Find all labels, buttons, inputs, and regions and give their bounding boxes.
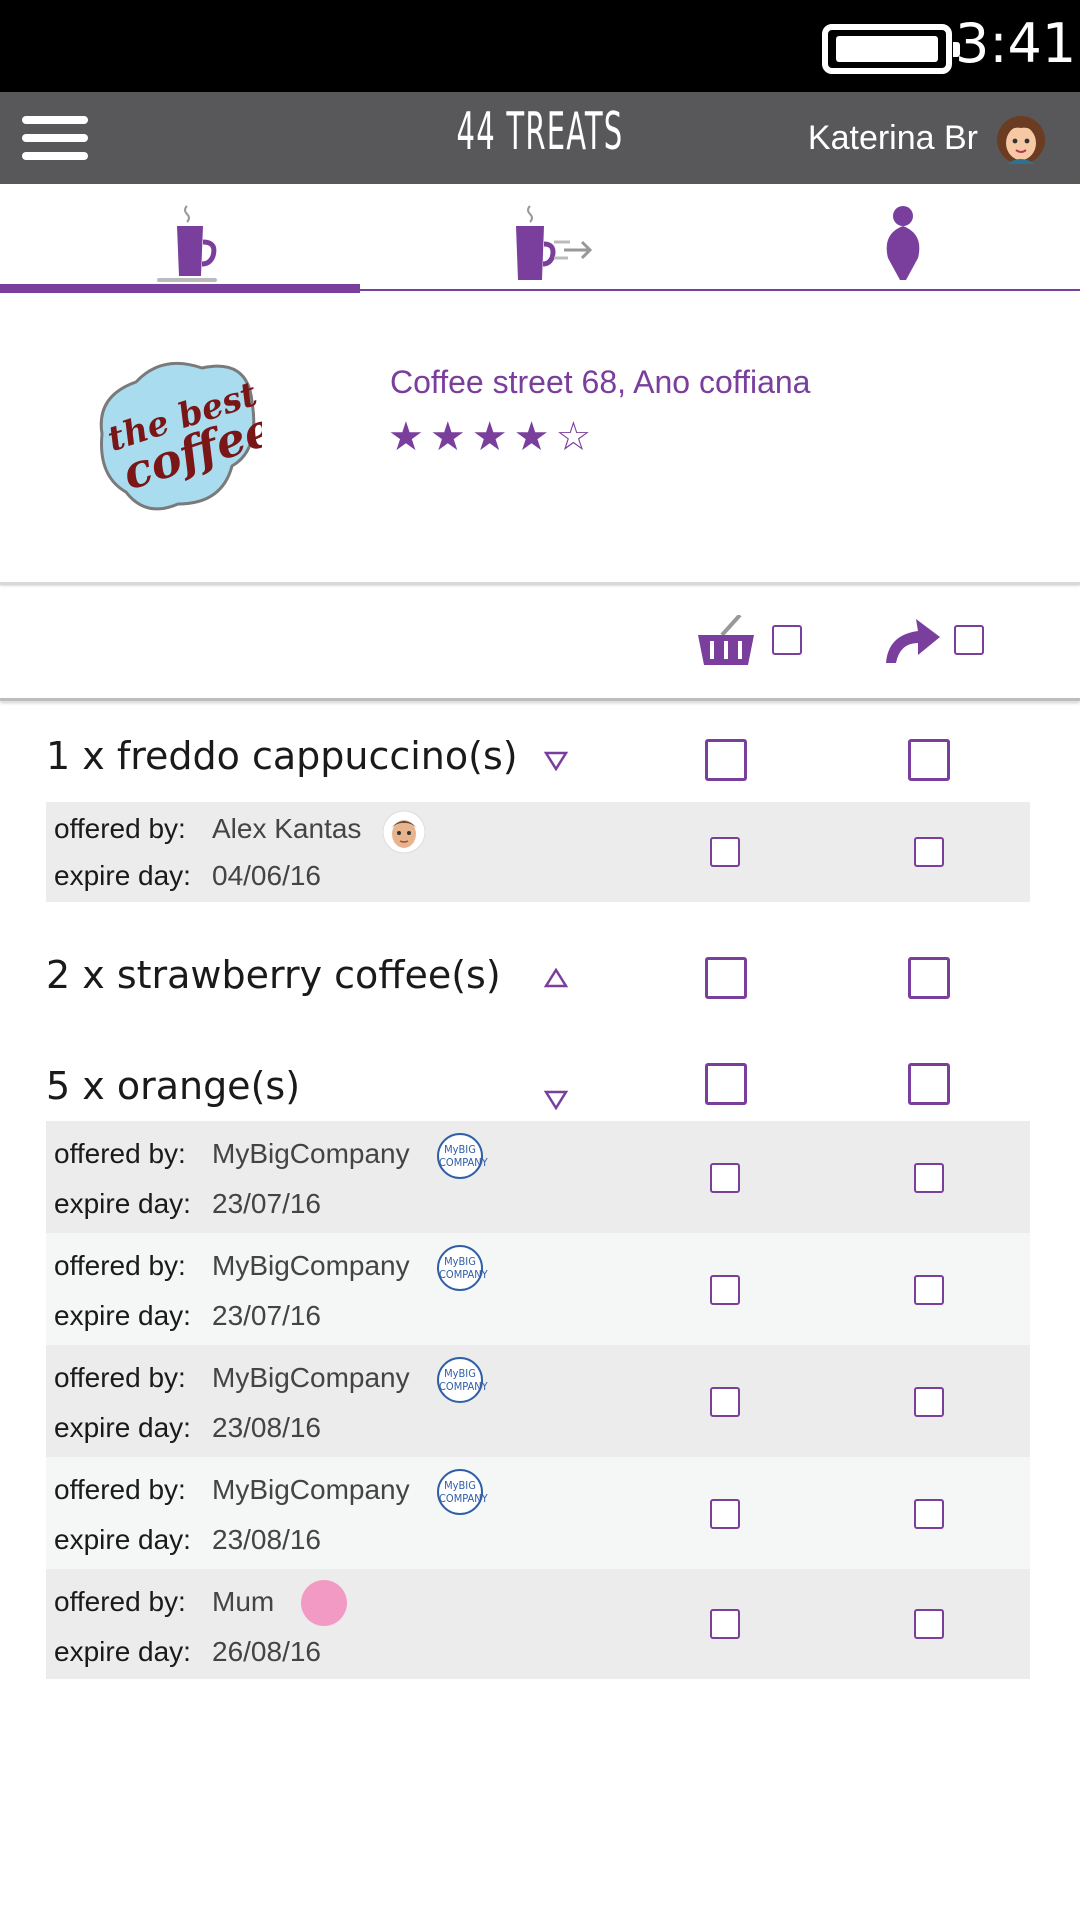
expire-day-label: expire day: [54, 1300, 191, 1331]
offerer-avatar [382, 810, 426, 854]
item-title: 1 x freddo cappuccino(s) [46, 734, 518, 778]
expire-day-label: expire day: [54, 1524, 191, 1555]
offer-redeem-checkbox[interactable] [710, 1163, 740, 1193]
item-forward-checkbox[interactable] [908, 957, 950, 999]
coffee-cup-icon [157, 205, 217, 282]
offered-by-value: MyBigCompany [212, 1362, 410, 1393]
star-rating: ★★★★☆ [388, 415, 598, 459]
expire-day-label: expire day: [54, 1188, 191, 1219]
expire-day-value: 26/08/16 [212, 1636, 321, 1667]
user-avatar[interactable] [993, 114, 1049, 166]
item-title: 2 x strawberry coffee(s) [46, 953, 501, 997]
offer-row: offered by: MyBigCompany MyBIG COMPANY ex… [46, 1457, 1030, 1569]
hamburger-menu-icon[interactable] [22, 116, 88, 160]
expire-day-label: expire day: [54, 1412, 191, 1443]
expand-toggle-up-icon[interactable] [544, 968, 568, 988]
offered-by-value: MyBigCompany [212, 1474, 410, 1505]
offer-redeem-checkbox[interactable] [710, 837, 740, 867]
offered-by-label: offered by: [54, 1586, 186, 1617]
active-tab-indicator [0, 284, 360, 293]
offered-by-label: offered by: [54, 1362, 186, 1393]
offer-row: offered by: Alex Kantas expire day: 04/0… [46, 802, 1030, 902]
divider [0, 698, 1080, 701]
offer-row: offered by: Mum expire day: 26/08/16 [46, 1569, 1030, 1679]
coffee-send-icon [516, 205, 593, 280]
tab-profile[interactable] [720, 184, 1080, 294]
expire-day-value: 23/07/16 [212, 1300, 321, 1331]
item-title: 5 x orange(s) [46, 1064, 301, 1108]
pink-dot-icon [301, 1580, 347, 1626]
offer-forward-checkbox[interactable] [914, 1163, 944, 1193]
expire-day-value: 23/08/16 [212, 1524, 321, 1555]
app-bar: 44 TREATS Katerina Br [0, 92, 1080, 184]
app-title: 44 TREATS [456, 102, 624, 162]
tab-bar [0, 184, 1080, 294]
status-time: 3:41 [955, 12, 1077, 75]
item-forward-checkbox[interactable] [908, 739, 950, 781]
company-logo-icon: MyBIG COMPANY [437, 1469, 488, 1515]
item-forward-checkbox[interactable] [908, 1063, 950, 1105]
forward-arrow-icon [886, 619, 940, 663]
offer-row: offered by: MyBigCompany MyBIG COMPANY ex… [46, 1121, 1030, 1233]
company-logo-icon: MyBIG COMPANY [437, 1133, 488, 1179]
person-icon [886, 206, 920, 280]
offer-redeem-checkbox[interactable] [710, 1275, 740, 1305]
offered-by-value: Alex Kantas [212, 813, 362, 844]
shop-address[interactable]: Coffee street 68, Ano coffiana [390, 364, 810, 401]
offered-by-value: MyBigCompany [212, 1138, 410, 1169]
offer-forward-checkbox[interactable] [914, 837, 944, 867]
tab-send-treat[interactable] [360, 184, 720, 294]
offered-by-label: offered by: [54, 1250, 186, 1281]
expire-day-label: expire day: [54, 860, 191, 891]
offer-redeem-checkbox[interactable] [710, 1387, 740, 1417]
offered-by-label: offered by: [54, 1138, 186, 1169]
expire-day-label: expire day: [54, 1636, 191, 1667]
offer-forward-checkbox[interactable] [914, 1387, 944, 1417]
company-logo-icon: MyBIG COMPANY [437, 1357, 488, 1403]
expire-day-value: 04/06/16 [212, 860, 321, 891]
offered-by-value: Mum [212, 1586, 275, 1617]
offer-forward-checkbox[interactable] [914, 1499, 944, 1529]
expand-toggle-down-icon[interactable] [544, 1090, 568, 1110]
battery-icon [822, 24, 960, 74]
offered-by-label: offered by: [54, 1474, 186, 1505]
expire-day-value: 23/07/16 [212, 1188, 321, 1219]
expand-toggle-down-icon[interactable] [544, 751, 568, 771]
offer-redeem-checkbox[interactable] [710, 1609, 740, 1639]
basket-icon [698, 615, 754, 665]
offered-by-value: MyBigCompany [212, 1250, 410, 1281]
offer-forward-checkbox[interactable] [914, 1275, 944, 1305]
item-redeem-checkbox[interactable] [705, 1063, 747, 1105]
shop-header: the best coffee Coffee street 68, Ano co… [0, 294, 1080, 582]
offer-forward-checkbox[interactable] [914, 1609, 944, 1639]
offer-row: offered by: MyBigCompany MyBIG COMPANY ex… [46, 1345, 1030, 1457]
tab-my-treats[interactable] [0, 184, 360, 294]
expire-day-value: 23/08/16 [212, 1412, 321, 1443]
offered-by-label: offered by: [54, 813, 186, 844]
select-all-redeem-checkbox[interactable] [772, 625, 802, 655]
select-all-forward-checkbox[interactable] [954, 625, 984, 655]
shop-logo: the best coffee [99, 361, 262, 511]
offer-redeem-checkbox[interactable] [710, 1499, 740, 1529]
item-redeem-checkbox[interactable] [705, 739, 747, 781]
offer-row: offered by: MyBigCompany MyBIG COMPANY ex… [46, 1233, 1030, 1345]
user-name[interactable]: Katerina Br [808, 119, 978, 158]
item-redeem-checkbox[interactable] [705, 957, 747, 999]
company-logo-icon: MyBIG COMPANY [437, 1245, 488, 1291]
status-bar: 3:41 [0, 0, 1080, 92]
column-header-row [0, 585, 1080, 700]
